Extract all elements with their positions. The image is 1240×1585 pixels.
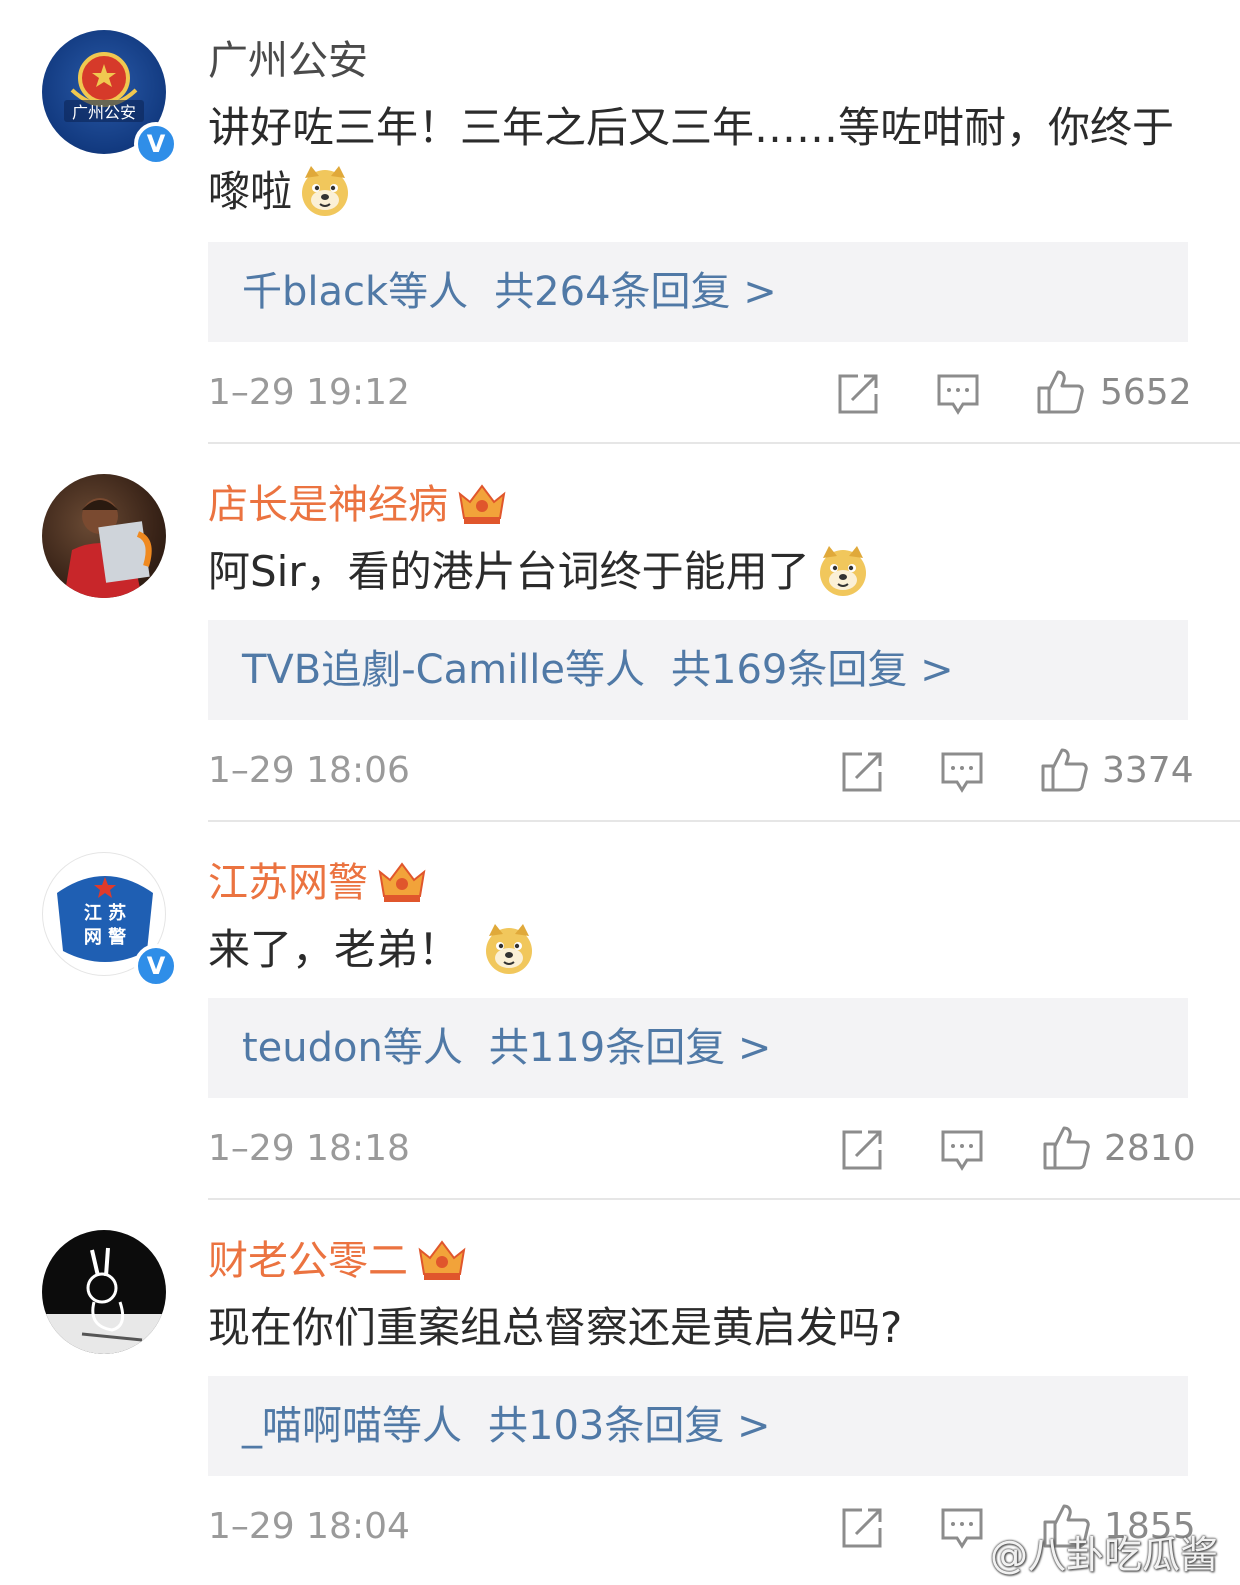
like-count: 5652: [1100, 372, 1192, 413]
doge-emoji-icon: [302, 166, 349, 216]
comment-item: 店长是神经病 阿Sir，看的港片台词终于能用了 TVB追劇-Camille等人共…: [0, 444, 1240, 822]
crown-vip-icon: [378, 862, 426, 902]
reply-users[interactable]: TVB追劇-Camille等人: [242, 647, 645, 693]
comment-item: 财老公零二 现在你们重案组总督察还是黄启发吗? _喵啊喵等人 共103条回复 > …: [0, 1200, 1240, 1578]
avatar[interactable]: [42, 1230, 166, 1354]
svg-text:网 警: 网 警: [84, 926, 126, 948]
svg-text:广州公安: 广州公安: [72, 103, 136, 122]
share-icon[interactable]: [840, 750, 884, 794]
like-icon[interactable]: [1036, 368, 1084, 416]
verified-badge-icon: V: [134, 944, 178, 988]
share-icon[interactable]: [840, 1128, 884, 1172]
crown-vip-icon: [458, 484, 506, 524]
timestamp: 1–29 18:18: [208, 1128, 410, 1169]
comment-icon[interactable]: [936, 372, 980, 416]
avatar[interactable]: 广州公安 V: [42, 30, 178, 166]
username[interactable]: 江苏网警: [208, 856, 428, 910]
comment-text: 阿Sir，看的港片台词终于能用了: [208, 540, 1198, 604]
timestamp: 1–29 19:12: [208, 372, 410, 413]
doge-emoji-icon: [819, 546, 866, 596]
avatar[interactable]: [42, 474, 166, 598]
reply-summary[interactable]: teudon等人 共119条回复 >: [208, 998, 1188, 1098]
reply-count-link[interactable]: 共103条回复 >: [488, 1403, 771, 1449]
share-icon[interactable]: [836, 372, 880, 416]
reply-count-link[interactable]: 共119条回复 >: [489, 1025, 772, 1071]
comment-icon[interactable]: [940, 1506, 984, 1550]
comment-icon[interactable]: [940, 750, 984, 794]
comment-text: 现在你们重案组总督察还是黄启发吗?: [208, 1303, 903, 1352]
reply-users[interactable]: 千black等人: [242, 269, 468, 315]
reply-users[interactable]: teudon等人: [242, 1025, 463, 1071]
comment-text: 来了，老弟！: [208, 918, 1198, 982]
comment-icon[interactable]: [940, 1128, 984, 1172]
reply-count-link[interactable]: 共264条回复 >: [494, 269, 777, 315]
reply-summary[interactable]: TVB追劇-Camille等人 共169条回复 >: [208, 620, 1188, 720]
reply-summary[interactable]: _喵啊喵等人 共103条回复 >: [208, 1376, 1188, 1476]
verified-badge-icon: V: [134, 122, 178, 166]
comment-text: 讲好咗三年！三年之后又三年……等咗咁耐，你终于嚟啦: [208, 103, 1175, 216]
player-photo-icon: [64, 498, 152, 598]
timestamp: 1–29 18:06: [208, 750, 410, 791]
reply-users[interactable]: _喵啊喵等人: [242, 1403, 462, 1449]
reply-summary[interactable]: 千black等人 共264条回复 >: [208, 242, 1188, 342]
crown-vip-icon: [418, 1240, 466, 1280]
comment-item: 江 苏 网 警 V 江苏网警 来了，老弟！ teudon等人 共119条回复 > …: [0, 822, 1240, 1200]
username[interactable]: 店长是神经病: [208, 478, 508, 532]
rabbit-sketch-icon: [42, 1247, 166, 1354]
avatar[interactable]: 江 苏 网 警 V: [42, 852, 178, 988]
like-icon[interactable]: [1042, 1124, 1090, 1172]
like-count: 2810: [1104, 1128, 1196, 1169]
comment-list: 广州公安 V 广州公安 讲好咗三年！三年之后又三年……等咗咁耐，你终于嚟啦 千b…: [0, 0, 1240, 1585]
svg-text:江 苏: 江 苏: [84, 902, 126, 924]
username[interactable]: 财老公零二: [208, 1234, 468, 1288]
comment-item: 广州公安 V 广州公安 讲好咗三年！三年之后又三年……等咗咁耐，你终于嚟啦 千b…: [0, 0, 1240, 444]
like-icon[interactable]: [1040, 746, 1088, 794]
like-count: 3374: [1102, 750, 1194, 791]
share-icon[interactable]: [840, 1506, 884, 1550]
username[interactable]: 广州公安: [208, 34, 368, 88]
watermark: @八卦吃瓜酱: [989, 1533, 1218, 1577]
timestamp: 1–29 18:04: [208, 1506, 410, 1547]
reply-count-link[interactable]: 共169条回复 >: [671, 647, 954, 693]
doge-emoji-icon: [486, 924, 533, 974]
